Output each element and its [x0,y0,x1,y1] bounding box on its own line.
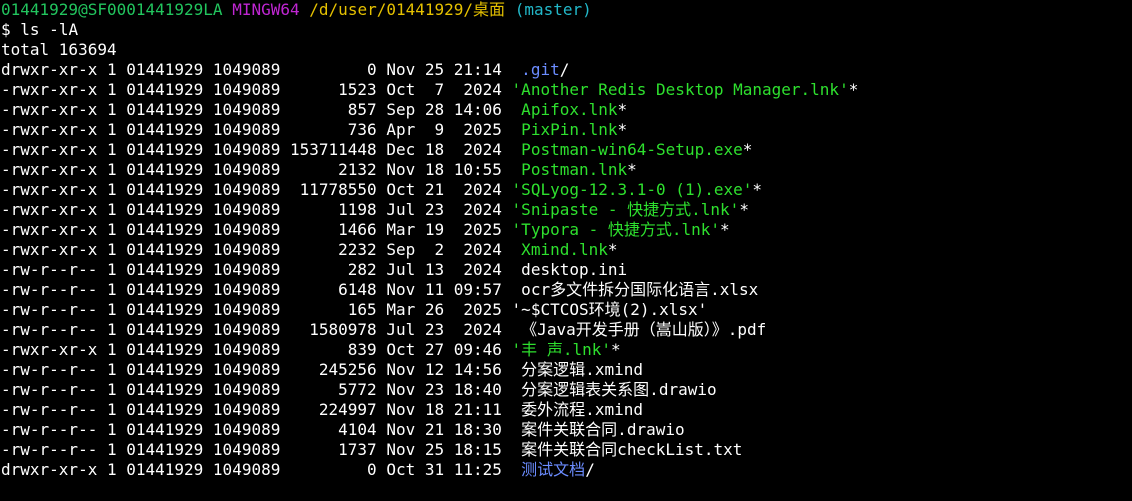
file-name: 'SQLyog-12.3.1-0 (1).exe' [511,180,753,199]
file-name: 'Typora - 快捷方式.lnk' [511,220,721,239]
file-meta: -rwxr-xr-x 1 01441929 1049089 153711448 … [1,140,512,159]
file-name: 'Snipaste - 快捷方式.lnk' [511,200,740,219]
file-meta: -rw-r--r-- 1 01441929 1049089 224997 Nov… [1,400,512,419]
file-suffix: * [617,100,628,119]
file-name: 'Another Redis Desktop Manager.lnk' [511,80,849,99]
listing-row: -rwxr-xr-x 1 01441929 1049089 153711448 … [1,140,1132,160]
file-name: .git [511,60,560,79]
file-suffix: * [739,200,749,219]
listing-row: -rwxr-xr-x 1 01441929 1049089 1523 Oct 7… [1,80,1132,100]
file-name: 案件关联合同checkList.txt [511,440,743,459]
file-meta: -rwxr-xr-x 1 01441929 1049089 1466 Mar 1… [1,220,512,239]
file-name: Xmind.lnk [511,240,608,259]
listing-row: -rwxr-xr-x 1 01441929 1049089 2232 Sep 2… [1,240,1132,260]
file-suffix: * [610,340,621,359]
prompt-path: /d/user/01441929/桌面 [309,0,506,19]
file-listing: drwxr-xr-x 1 01441929 1049089 0 Nov 25 2… [1,60,1132,480]
file-suffix: * [848,80,859,99]
file-suffix: * [720,220,730,239]
file-meta: -rwxr-xr-x 1 01441929 1049089 736 Apr 9 … [1,120,512,139]
listing-row: -rwxr-xr-x 1 01441929 1049089 857 Sep 28… [1,100,1132,120]
listing-row: -rwxr-xr-x 1 01441929 1049089 1466 Mar 1… [1,220,1132,240]
file-name: Postman-win64-Setup.exe [511,140,743,159]
listing-row: -rw-r--r-- 1 01441929 1049089 165 Mar 26… [1,300,1132,320]
file-name: '丰 声.lnk' [511,340,611,359]
command-text: ls -lA [20,20,79,39]
file-name: Apifox.lnk [511,100,618,119]
file-meta: -rw-r--r-- 1 01441929 1049089 5772 Nov 2… [1,380,512,399]
listing-row: -rw-r--r-- 1 01441929 1049089 282 Jul 13… [1,260,1132,280]
file-name: ocr多文件拆分国际化语言.xlsx [511,280,759,299]
file-meta: -rwxr-xr-x 1 01441929 1049089 11778550 O… [1,180,512,199]
file-meta: drwxr-xr-x 1 01441929 1049089 0 Nov 25 2… [1,60,512,79]
file-meta: -rw-r--r-- 1 01441929 1049089 282 Jul 13… [1,260,512,279]
file-meta: -rwxr-xr-x 1 01441929 1049089 857 Sep 28… [1,100,512,119]
file-suffix: * [742,140,753,159]
file-name: 分案逻辑.xmind [511,360,643,379]
file-meta: -rwxr-xr-x 1 01441929 1049089 839 Oct 27… [1,340,512,359]
prompt-system: MINGW64 [232,0,300,19]
file-meta: -rw-r--r-- 1 01441929 1049089 6148 Nov 1… [1,280,512,299]
file-name: '~$CTCOS环境(2).xlsx' [511,300,708,319]
listing-row: -rwxr-xr-x 1 01441929 1049089 2132 Nov 1… [1,160,1132,180]
file-name: PixPin.lnk [511,120,618,139]
listing-row: drwxr-xr-x 1 01441929 1049089 0 Oct 31 1… [1,460,1132,480]
file-name: 分案逻辑表关系图.drawio [511,380,717,399]
listing-row: drwxr-xr-x 1 01441929 1049089 0 Nov 25 2… [1,60,1132,80]
file-suffix: * [627,160,637,179]
total-line: total 163694 [1,40,117,59]
file-meta: -rwxr-xr-x 1 01441929 1049089 1523 Oct 7… [1,80,512,99]
file-name: desktop.ini [511,260,628,279]
listing-row: -rwxr-xr-x 1 01441929 1049089 11778550 O… [1,180,1132,200]
file-meta: -rw-r--r-- 1 01441929 1049089 4104 Nov 2… [1,420,512,439]
prompt-symbol: $ [1,20,11,39]
listing-row: -rwxr-xr-x 1 01441929 1049089 839 Oct 27… [1,340,1132,360]
file-meta: -rwxr-xr-x 1 01441929 1049089 2132 Nov 1… [1,160,512,179]
listing-row: -rw-r--r-- 1 01441929 1049089 1737 Nov 2… [1,440,1132,460]
listing-row: -rw-r--r-- 1 01441929 1049089 4104 Nov 2… [1,420,1132,440]
prompt-user-host: 01441929@SF0001441929LA [1,0,223,19]
file-suffix: * [617,120,628,139]
file-suffix: * [752,180,763,199]
file-meta: -rw-r--r-- 1 01441929 1049089 245256 Nov… [1,360,512,379]
listing-row: -rw-r--r-- 1 01441929 1049089 1580978 Ju… [1,320,1132,340]
file-meta: -rwxr-xr-x 1 01441929 1049089 2232 Sep 2… [1,240,512,259]
listing-row: -rw-r--r-- 1 01441929 1049089 245256 Nov… [1,360,1132,380]
file-name: Postman.lnk [511,160,628,179]
file-meta: -rwxr-xr-x 1 01441929 1049089 1198 Jul 2… [1,200,512,219]
file-suffix: / [559,60,570,79]
file-name: 测试文档 [511,460,586,479]
file-suffix: / [585,460,595,479]
terminal-window[interactable]: 01441929@SF0001441929LA MINGW64 /d/user/… [0,0,1132,501]
listing-row: -rw-r--r-- 1 01441929 1049089 6148 Nov 1… [1,280,1132,300]
file-meta: -rw-r--r-- 1 01441929 1049089 1580978 Ju… [1,320,512,339]
file-suffix: * [607,240,618,259]
listing-row: -rwxr-xr-x 1 01441929 1049089 1198 Jul 2… [1,200,1132,220]
prompt-line: 01441929@SF0001441929LA MINGW64 /d/user/… [1,0,1132,20]
listing-row: -rw-r--r-- 1 01441929 1049089 5772 Nov 2… [1,380,1132,400]
file-name: 委外流程.xmind [511,400,643,419]
file-name: 案件关联合同.drawio [511,420,685,439]
prompt-branch: (master) [514,0,592,19]
file-meta: drwxr-xr-x 1 01441929 1049089 0 Oct 31 1… [1,460,512,479]
listing-row: -rwxr-xr-x 1 01441929 1049089 736 Apr 9 … [1,120,1132,140]
file-meta: -rw-r--r-- 1 01441929 1049089 165 Mar 26… [1,300,512,319]
file-name: 《Java开发手册（嵩山版）》.pdf [511,320,767,339]
listing-row: -rw-r--r-- 1 01441929 1049089 224997 Nov… [1,400,1132,420]
file-meta: -rw-r--r-- 1 01441929 1049089 1737 Nov 2… [1,440,512,459]
command-line[interactable]: $ ls -lA [1,20,1132,40]
